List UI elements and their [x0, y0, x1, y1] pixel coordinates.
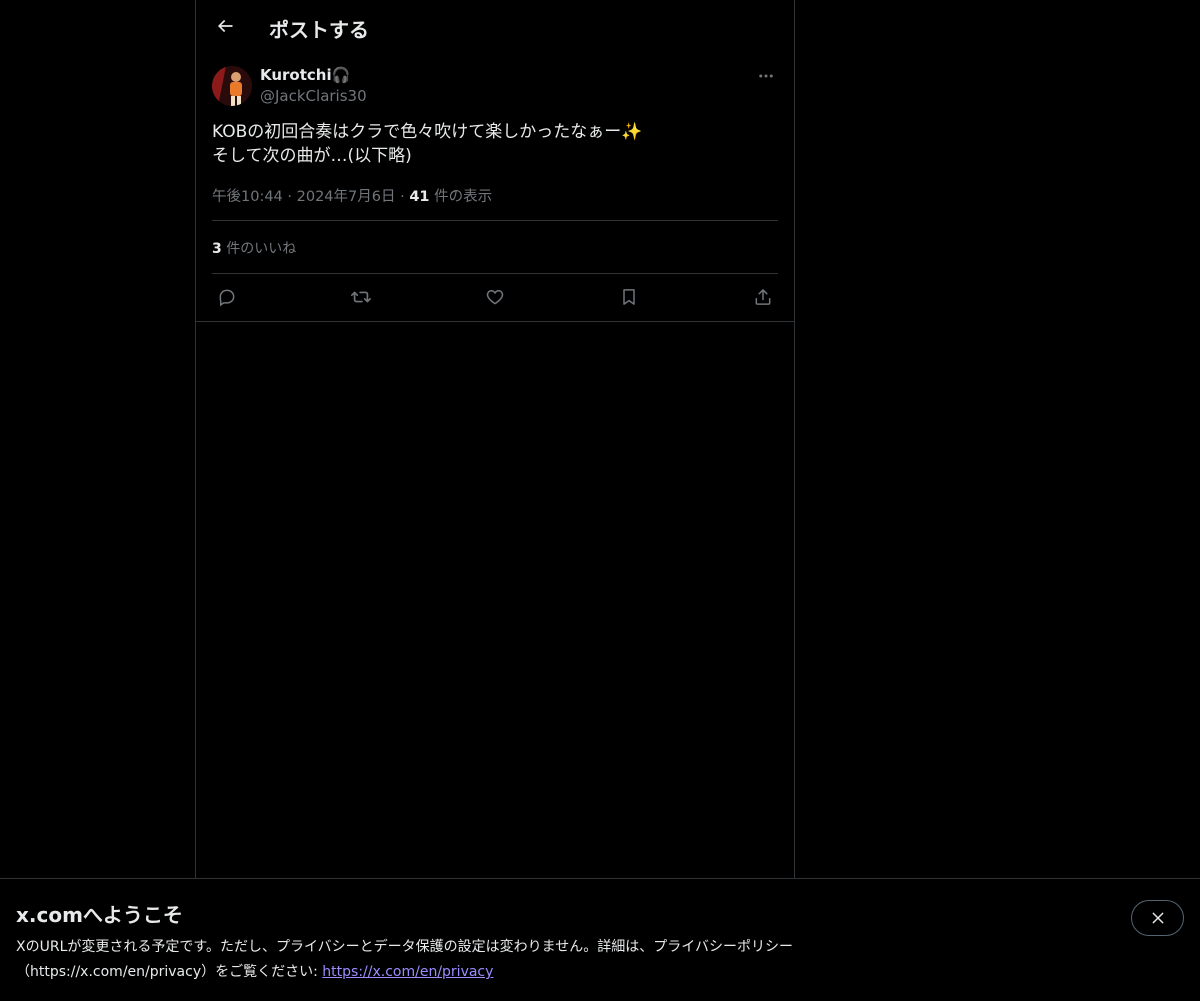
user-handle[interactable]: @JackClaris30 — [260, 87, 367, 105]
post-meta: 午後10:44 · 2024年7月6日 · 41 件の表示 — [212, 185, 492, 206]
likes-count: 3 — [212, 241, 222, 257]
display-name[interactable]: Kurotchi🎧 — [260, 66, 350, 84]
post-date[interactable]: 2024年7月6日 — [297, 189, 396, 205]
more-button[interactable] — [754, 64, 778, 88]
meta-separator: · — [400, 189, 405, 205]
bookmark-button[interactable] — [614, 285, 644, 309]
arrow-left-icon — [215, 16, 235, 36]
likes-label: 件のいいね — [226, 241, 297, 257]
top-bar: ポストする — [196, 0, 794, 53]
close-banner-button[interactable] — [1131, 900, 1184, 936]
avatar[interactable] — [212, 66, 252, 106]
divider — [196, 321, 794, 322]
banner-text: XのURLが変更される予定です。ただし、プライバシーとデータ保護の設定は変わりま… — [16, 935, 876, 985]
share-icon — [753, 287, 773, 307]
privacy-link[interactable]: https://x.com/en/privacy — [322, 964, 493, 980]
more-horizontal-icon — [757, 67, 775, 85]
share-button[interactable] — [748, 285, 778, 309]
banner-title: x.comへようこそ — [16, 903, 183, 927]
repost-icon — [350, 286, 372, 308]
welcome-banner: x.comへようこそ XのURLが変更される予定です。ただし、プライバシーとデー… — [0, 878, 1200, 1001]
divider — [212, 273, 778, 274]
bookmark-icon — [619, 287, 639, 307]
meta-separator: · — [287, 189, 293, 205]
repost-button[interactable] — [346, 285, 376, 309]
views-count: 41 — [409, 189, 430, 205]
heart-icon — [485, 287, 505, 307]
reply-button[interactable] — [212, 285, 242, 309]
close-icon — [1150, 910, 1166, 926]
views-label: 件の表示 — [434, 189, 493, 205]
like-button[interactable] — [480, 285, 510, 309]
back-button[interactable] — [208, 9, 242, 43]
likes-link[interactable]: 3 件のいいね — [212, 238, 296, 258]
post-time[interactable]: 午後10:44 — [212, 189, 283, 205]
primary-column: ポストする Kurotchi🎧 @JackClaris30 KOBの初回合奏はク… — [195, 0, 795, 878]
divider — [212, 220, 778, 221]
post-text: KOBの初回合奏はクラで色々吹けて楽しかったなぁー✨ そして次の曲が…(以下略) — [212, 122, 643, 166]
action-bar — [212, 285, 778, 309]
page-title: ポストする — [269, 18, 369, 42]
reply-icon — [217, 287, 237, 307]
